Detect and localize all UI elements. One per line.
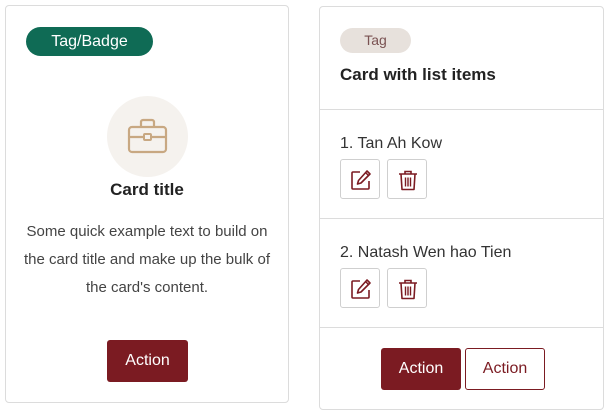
edit-icon bbox=[351, 279, 371, 299]
trash-icon bbox=[399, 279, 417, 300]
divider bbox=[320, 109, 603, 110]
tag-badge: Tag/Badge bbox=[26, 27, 153, 56]
delete-button[interactable] bbox=[387, 268, 427, 308]
action-button[interactable]: Action bbox=[107, 340, 188, 382]
secondary-action-button[interactable]: Action bbox=[465, 348, 545, 390]
list-item-number: 2. bbox=[340, 244, 354, 261]
edit-icon bbox=[351, 170, 371, 190]
list-card: Tag Card with list items 1. Tan Ah Kow 2… bbox=[319, 6, 604, 410]
primary-action-button[interactable]: Action bbox=[381, 348, 461, 390]
briefcase-icon-circle bbox=[107, 96, 188, 177]
delete-button[interactable] bbox=[387, 159, 427, 199]
tag: Tag bbox=[340, 28, 411, 53]
list-item-name: Natash Wen hao Tien bbox=[357, 244, 512, 261]
card-title: Card with list items bbox=[340, 65, 496, 84]
list-item: 1. Tan Ah Kow bbox=[340, 135, 442, 153]
divider bbox=[320, 327, 603, 328]
briefcase-icon bbox=[127, 118, 168, 154]
card-body-text: Some quick example text to build on the … bbox=[24, 223, 270, 296]
trash-icon bbox=[399, 170, 417, 191]
edit-button[interactable] bbox=[340, 159, 380, 199]
card-title: Card title bbox=[110, 180, 184, 199]
divider bbox=[320, 218, 603, 219]
feature-card: Tag/Badge Card title Some quick example … bbox=[5, 5, 289, 403]
list-item-name: Tan Ah Kow bbox=[357, 135, 443, 152]
list-item: 2. Natash Wen hao Tien bbox=[340, 244, 511, 262]
list-item-number: 1. bbox=[340, 135, 354, 152]
edit-button[interactable] bbox=[340, 268, 380, 308]
